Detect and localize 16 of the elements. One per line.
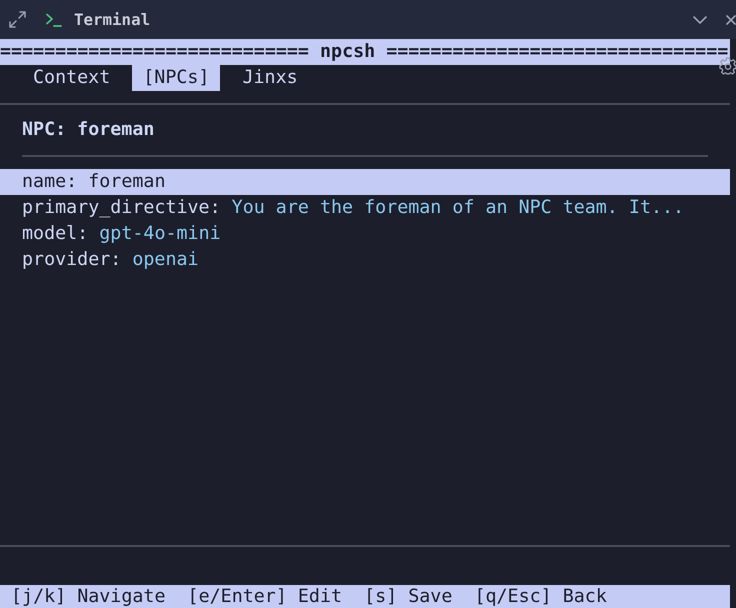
tab[interactable]: [NPCs] — [132, 65, 220, 91]
field-row[interactable]: provider: openai — [0, 247, 730, 273]
header-banner: ============================ npcsh =============================== — [0, 39, 730, 65]
settings-icon[interactable] — [719, 57, 736, 75]
field-row[interactable]: primary_directive: You are the foreman of an NPC team. It... — [0, 195, 730, 221]
chevron-down-icon[interactable] — [693, 16, 707, 24]
terminal-prompt-icon — [46, 12, 62, 26]
tab[interactable]: Context — [22, 65, 122, 91]
expand-icon[interactable] — [9, 11, 26, 28]
panel-title: NPC: foreman — [21, 118, 156, 142]
field-row[interactable]: name: foreman — [0, 169, 730, 195]
close-icon[interactable] — [726, 14, 736, 24]
window-title: Terminal — [74, 10, 150, 29]
tab[interactable]: Jinxs — [231, 65, 309, 91]
field-row[interactable]: model: gpt-4o-mini — [0, 221, 730, 247]
keybinding-bar: [j/k] Navigate [e/Enter] Edit [s] Save [q/Esc] Back — [0, 585, 730, 608]
